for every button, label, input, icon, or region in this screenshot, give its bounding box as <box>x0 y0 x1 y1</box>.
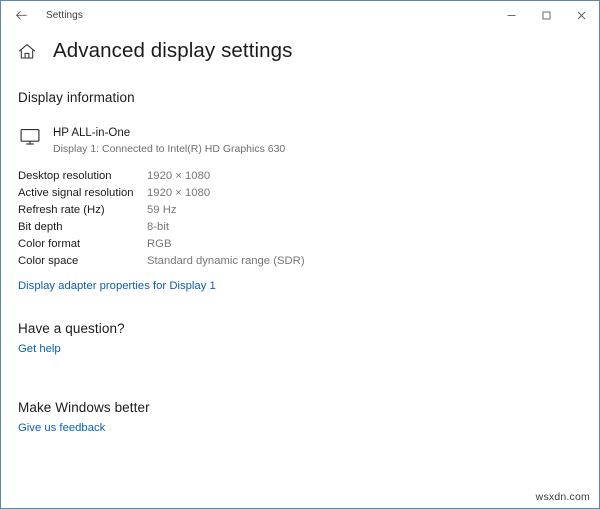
table-row: Active signal resolution 1920 × 1080 <box>18 185 305 202</box>
link-get-help[interactable]: Get help <box>18 342 61 357</box>
maximize-button[interactable] <box>529 1 564 30</box>
spec-label: Desktop resolution <box>18 170 112 182</box>
home-button[interactable] <box>15 39 39 63</box>
spec-value: 59 Hz <box>147 204 177 216</box>
display-spec-table-body: Desktop resolution 1920 × 1080 Active si… <box>18 168 305 270</box>
section-heading-have-a-question: Have a question? <box>18 321 125 336</box>
table-row: Refresh rate (Hz) 59 Hz <box>18 202 305 219</box>
spec-value: 1920 × 1080 <box>147 170 211 182</box>
spec-value: 1920 × 1080 <box>147 187 211 199</box>
monitor-name: HP ALL-in-One <box>53 127 131 139</box>
close-icon <box>577 11 586 20</box>
home-icon <box>18 43 36 59</box>
monitor-info-row: HP ALL-in-One Display 1: Connected to In… <box>18 126 585 156</box>
spec-label: Color format <box>18 238 81 250</box>
spec-label: Refresh rate (Hz) <box>18 204 105 216</box>
section-heading-make-windows-better: Make Windows better <box>18 400 150 415</box>
table-row: Color space Standard dynamic range (SDR) <box>18 253 305 270</box>
link-display-adapter-properties[interactable]: Display adapter properties for Display 1 <box>18 279 216 294</box>
monitor-connection: Display 1: Connected to Intel(R) HD Grap… <box>53 143 286 155</box>
table-row: Color format RGB <box>18 236 305 253</box>
spec-label: Active signal resolution <box>18 187 134 199</box>
caption-button-group <box>494 1 599 30</box>
page-title: Advanced display settings <box>53 39 293 62</box>
link-give-us-feedback[interactable]: Give us feedback <box>18 421 105 436</box>
spec-label: Color space <box>18 255 79 267</box>
table-row: Bit depth 8-bit <box>18 219 305 236</box>
spec-label: Bit depth <box>18 221 63 233</box>
monitor-icon <box>20 129 40 145</box>
close-button[interactable] <box>564 1 599 30</box>
monitor-icon-wrap <box>18 128 42 150</box>
table-row: Desktop resolution 1920 × 1080 <box>18 168 305 185</box>
display-spec-table: Desktop resolution 1920 × 1080 Active si… <box>18 168 305 270</box>
monitor-text-block: HP ALL-in-One Display 1: Connected to In… <box>53 126 285 156</box>
back-button[interactable] <box>6 4 36 28</box>
spec-value: 8-bit <box>147 221 169 233</box>
back-arrow-icon <box>15 10 27 20</box>
app-title: Settings <box>46 10 83 21</box>
title-bar: Settings <box>1 1 599 30</box>
content-area: Display information HP ALL-in-One Displa… <box>1 90 599 436</box>
maximize-icon <box>542 11 551 20</box>
minimize-button[interactable] <box>494 1 529 30</box>
minimize-icon <box>507 15 516 16</box>
settings-window: Settings Advanced display settings Displ… <box>0 0 600 509</box>
watermark: wsxdn.com <box>535 491 590 503</box>
spec-value: Standard dynamic range (SDR) <box>147 255 305 267</box>
section-heading-display-information: Display information <box>18 90 135 105</box>
page-header: Advanced display settings <box>1 39 599 63</box>
spec-value: RGB <box>147 238 172 250</box>
